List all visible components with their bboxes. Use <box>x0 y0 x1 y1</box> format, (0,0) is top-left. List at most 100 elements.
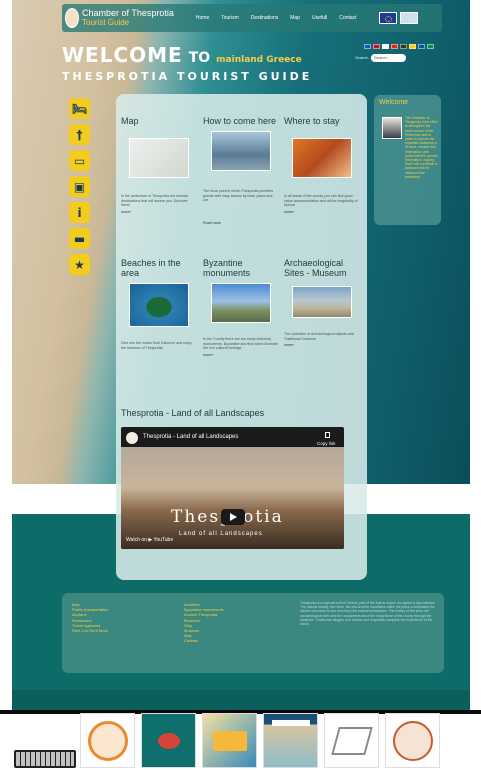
car-icon[interactable]: ▭ <box>69 150 90 171</box>
logo-title: Chamber of Thesprotia <box>82 8 174 18</box>
footer-link[interactable]: Rent Car-Rent Moto <box>72 628 108 633</box>
card-beaches[interactable]: Beaches in the area Dive into the Ionian… <box>121 258 197 350</box>
partner-logo-mainland-greece[interactable] <box>141 713 196 768</box>
partner-logo-chamber[interactable] <box>80 713 135 768</box>
youtube-video-player[interactable]: Thesprotia - Land of all Landscapes Copy… <box>121 427 344 549</box>
card-text: The collection of Archaeological objects… <box>284 332 354 341</box>
channel-avatar-icon[interactable] <box>126 432 138 444</box>
beach-thumbnail[interactable] <box>129 283 189 327</box>
footer-links-col2: Activities Byzantine monuments Ancient T… <box>184 602 224 644</box>
flag-italian-icon[interactable] <box>427 44 434 49</box>
bus-icon[interactable]: ▣ <box>69 176 90 197</box>
site-logo[interactable]: Chamber of Thesprotia Tourist Guide <box>65 8 174 28</box>
card-text: In all areas of the county you can find … <box>284 194 358 208</box>
flag-french-icon[interactable] <box>418 44 425 49</box>
rental-icon[interactable]: ▬ <box>69 228 90 249</box>
hotel-room-thumbnail[interactable] <box>292 138 352 178</box>
flag-greek-icon[interactable] <box>364 44 371 49</box>
card-how-to-come[interactable]: How to come here The focal point in whic… <box>203 116 279 225</box>
video-overlay-subtitle: Land of all Landscapes <box>179 531 263 537</box>
card-more-link[interactable]: Read more <box>203 221 279 225</box>
language-selector <box>364 44 436 49</box>
card-more-link[interactable]: more» <box>284 343 360 347</box>
nav-contact[interactable]: Contact <box>339 15 356 21</box>
footer-link[interactable]: Contact <box>184 638 224 643</box>
sidebar-text: The Chamber of Thesprotia in its effort … <box>405 116 438 179</box>
mainland-greece-icon <box>157 732 180 749</box>
nav-map[interactable]: Map <box>290 15 300 21</box>
tourist-guide-banner-icon <box>271 719 310 726</box>
card-byzantine[interactable]: Byzantine monuments In the County there … <box>203 258 279 357</box>
info-icon[interactable]: i <box>69 202 90 223</box>
footer-links-col1: Map Public transportation Airplane Resta… <box>72 602 108 633</box>
sidebar-title: Welcome <box>379 99 409 106</box>
play-button[interactable] <box>221 509 245 525</box>
logo-subtitle: Tourist Guide <box>82 18 130 27</box>
flag-russian-icon[interactable] <box>382 44 389 49</box>
card-more-link[interactable]: more» <box>203 353 279 357</box>
search-label: Search... <box>355 55 372 60</box>
partner-logo-municipality[interactable] <box>385 713 440 768</box>
card-title: Beaches in the area <box>121 258 181 278</box>
hotel-icon[interactable]: 🛏 <box>69 98 90 119</box>
card-text: Dive into the Ionian Sea! Discover and e… <box>121 341 192 350</box>
map-thumbnail[interactable] <box>129 138 189 178</box>
keyboard-icon[interactable] <box>14 750 76 768</box>
chamber-seal-icon <box>87 720 128 761</box>
partner-logo-archaeological-museum[interactable] <box>324 713 379 768</box>
footer-about-text: Thesprotia is a regional unit of Greece,… <box>300 601 436 627</box>
welcome-banner: WELCOME TO mainland Greece THESPROTIA TO… <box>62 43 312 83</box>
site-header: Chamber of Thesprotia Tourist Guide Home… <box>62 4 442 32</box>
search-input[interactable]: Search... <box>371 54 406 62</box>
gets-routes-icon <box>212 730 247 751</box>
site-footer: Map Public transportation Airplane Resta… <box>62 593 444 673</box>
port-thumbnail[interactable] <box>211 131 271 171</box>
flag-english-icon[interactable] <box>373 44 380 49</box>
chamber-logo-icon <box>65 8 79 28</box>
card-title: Archaeological Sites - Museum <box>284 258 347 278</box>
activities-icon[interactable]: ★ <box>69 254 90 275</box>
card-text: The focal point in which Thesprotia prov… <box>203 189 274 203</box>
partner-logos <box>80 713 446 768</box>
flag-german-icon[interactable] <box>409 44 416 49</box>
partner-logo-tourist-guide[interactable] <box>263 713 318 768</box>
card-text: In the prefecture of Thesprotia are seve… <box>121 194 188 208</box>
card-archaeological[interactable]: Archaeological Sites - Museum The collec… <box>284 258 360 347</box>
welcome-guide-title: THESPROTIA TOURIST GUIDE <box>62 70 313 83</box>
category-icon-bar: 🛏 † ▭ ▣ i ▬ ★ <box>69 98 90 280</box>
card-more-link[interactable]: more» <box>284 210 360 214</box>
main-content-panel: Map In the prefecture of Thesprotia are … <box>116 94 367 580</box>
eu-flag-icon <box>378 12 397 24</box>
nav-usefull[interactable]: Usefull <box>312 15 327 21</box>
card-where-to-stay[interactable]: Where to stay In all areas of the county… <box>284 116 360 214</box>
municipality-seal-icon <box>392 720 433 761</box>
copy-icon[interactable] <box>325 432 330 438</box>
flag-serbian-icon[interactable] <box>400 44 407 49</box>
partner-logo-gets-routes[interactable] <box>202 713 257 768</box>
copy-link-button[interactable]: Copy link <box>317 441 336 446</box>
card-map[interactable]: Map In the prefecture of Thesprotia are … <box>121 116 197 214</box>
welcome-sidebar: Welcome The Chamber of Thesprotia in its… <box>374 95 441 225</box>
welcome-to: TO <box>188 50 211 66</box>
nav-destinations[interactable]: Destinations <box>251 15 279 21</box>
flag-bulgarian-icon[interactable] <box>391 44 398 49</box>
video-section-title: Thesprotia - Land of all Landscapes <box>121 408 265 418</box>
card-more-link[interactable]: more» <box>121 210 197 214</box>
welcome-subheading: mainland Greece <box>216 55 302 65</box>
museum-mark-icon <box>330 726 373 755</box>
nav-home[interactable]: Home <box>196 15 209 21</box>
monastery-thumbnail[interactable] <box>211 283 271 323</box>
president-photo <box>382 117 402 139</box>
program-logo-icon <box>399 12 418 24</box>
card-title: Byzantine monuments <box>203 258 251 278</box>
ruins-thumbnail[interactable] <box>292 286 352 318</box>
video-player-title[interactable]: Thesprotia - Land of all Landscapes <box>143 434 238 440</box>
main-nav: Home Tourism Destinations Map Usefull Co… <box>196 15 369 21</box>
card-text: In the County there are too many histori… <box>203 337 278 351</box>
watch-on-youtube-link[interactable]: Watch on ▶ YouTube <box>126 537 173 543</box>
card-title: How to come here <box>203 116 277 126</box>
restaurant-icon[interactable]: † <box>69 124 90 145</box>
card-title: Where to stay <box>284 116 340 126</box>
card-title: Map <box>121 116 139 126</box>
nav-tourism[interactable]: Tourism <box>221 15 239 21</box>
